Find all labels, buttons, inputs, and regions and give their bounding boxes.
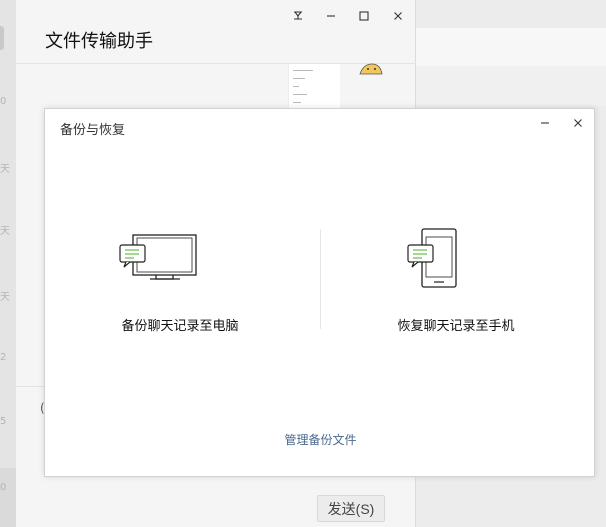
background-search-bar — [416, 28, 606, 66]
sidebar-avatar[interactable] — [0, 26, 4, 50]
dialog-close-icon[interactable] — [568, 113, 588, 133]
manage-backup-files-link[interactable]: 管理备份文件 — [45, 431, 596, 448]
dialog-minimize-icon[interactable] — [535, 113, 555, 133]
restore-to-phone-option[interactable]: 恢复聊天记录至手机 — [336, 227, 576, 337]
chat-header: 文件传输助手 — [16, 0, 416, 64]
dialog-title: 备份与恢复 — [60, 123, 126, 138]
pin-icon[interactable] — [286, 7, 310, 25]
backup-to-pc-label: 备份聊天记录至电脑 — [121, 319, 239, 334]
backup-restore-dialog: 备份与恢复 备份聊天记录至电脑 恢复聊天记录至手机 管理备份文件 — [44, 108, 595, 477]
sticker-icon[interactable] — [356, 58, 386, 78]
phone-chat-icon — [407, 228, 457, 288]
sidebar-glyph: 0 — [0, 482, 7, 493]
chat-title: 文件传输助手 — [45, 31, 153, 52]
sidebar-glyph: 0 — [0, 96, 7, 107]
sidebar-glyph: 天 — [0, 292, 10, 303]
options-divider — [320, 229, 321, 329]
file-message-thumbnail[interactable] — [288, 64, 340, 112]
sidebar-glyph: 2 — [0, 352, 7, 363]
restore-to-phone-label: 恢复聊天记录至手机 — [397, 319, 515, 334]
sidebar-glyph: 5 — [0, 416, 7, 427]
close-icon[interactable] — [386, 7, 410, 25]
sidebar-strip: 0 天 天 天 2 5 0 — [0, 0, 16, 527]
sidebar-glyph: 天 — [0, 164, 10, 175]
maximize-icon[interactable] — [352, 7, 376, 25]
sidebar-bottom-panel: 0 — [0, 468, 16, 527]
computer-chat-icon — [119, 234, 197, 280]
minimize-icon[interactable] — [319, 7, 343, 25]
sidebar-glyph: 天 — [0, 226, 10, 237]
backup-to-pc-option[interactable]: 备份聊天记录至电脑 — [60, 227, 300, 337]
background-panel — [416, 66, 606, 106]
send-button[interactable]: 发送(S) — [317, 495, 385, 522]
